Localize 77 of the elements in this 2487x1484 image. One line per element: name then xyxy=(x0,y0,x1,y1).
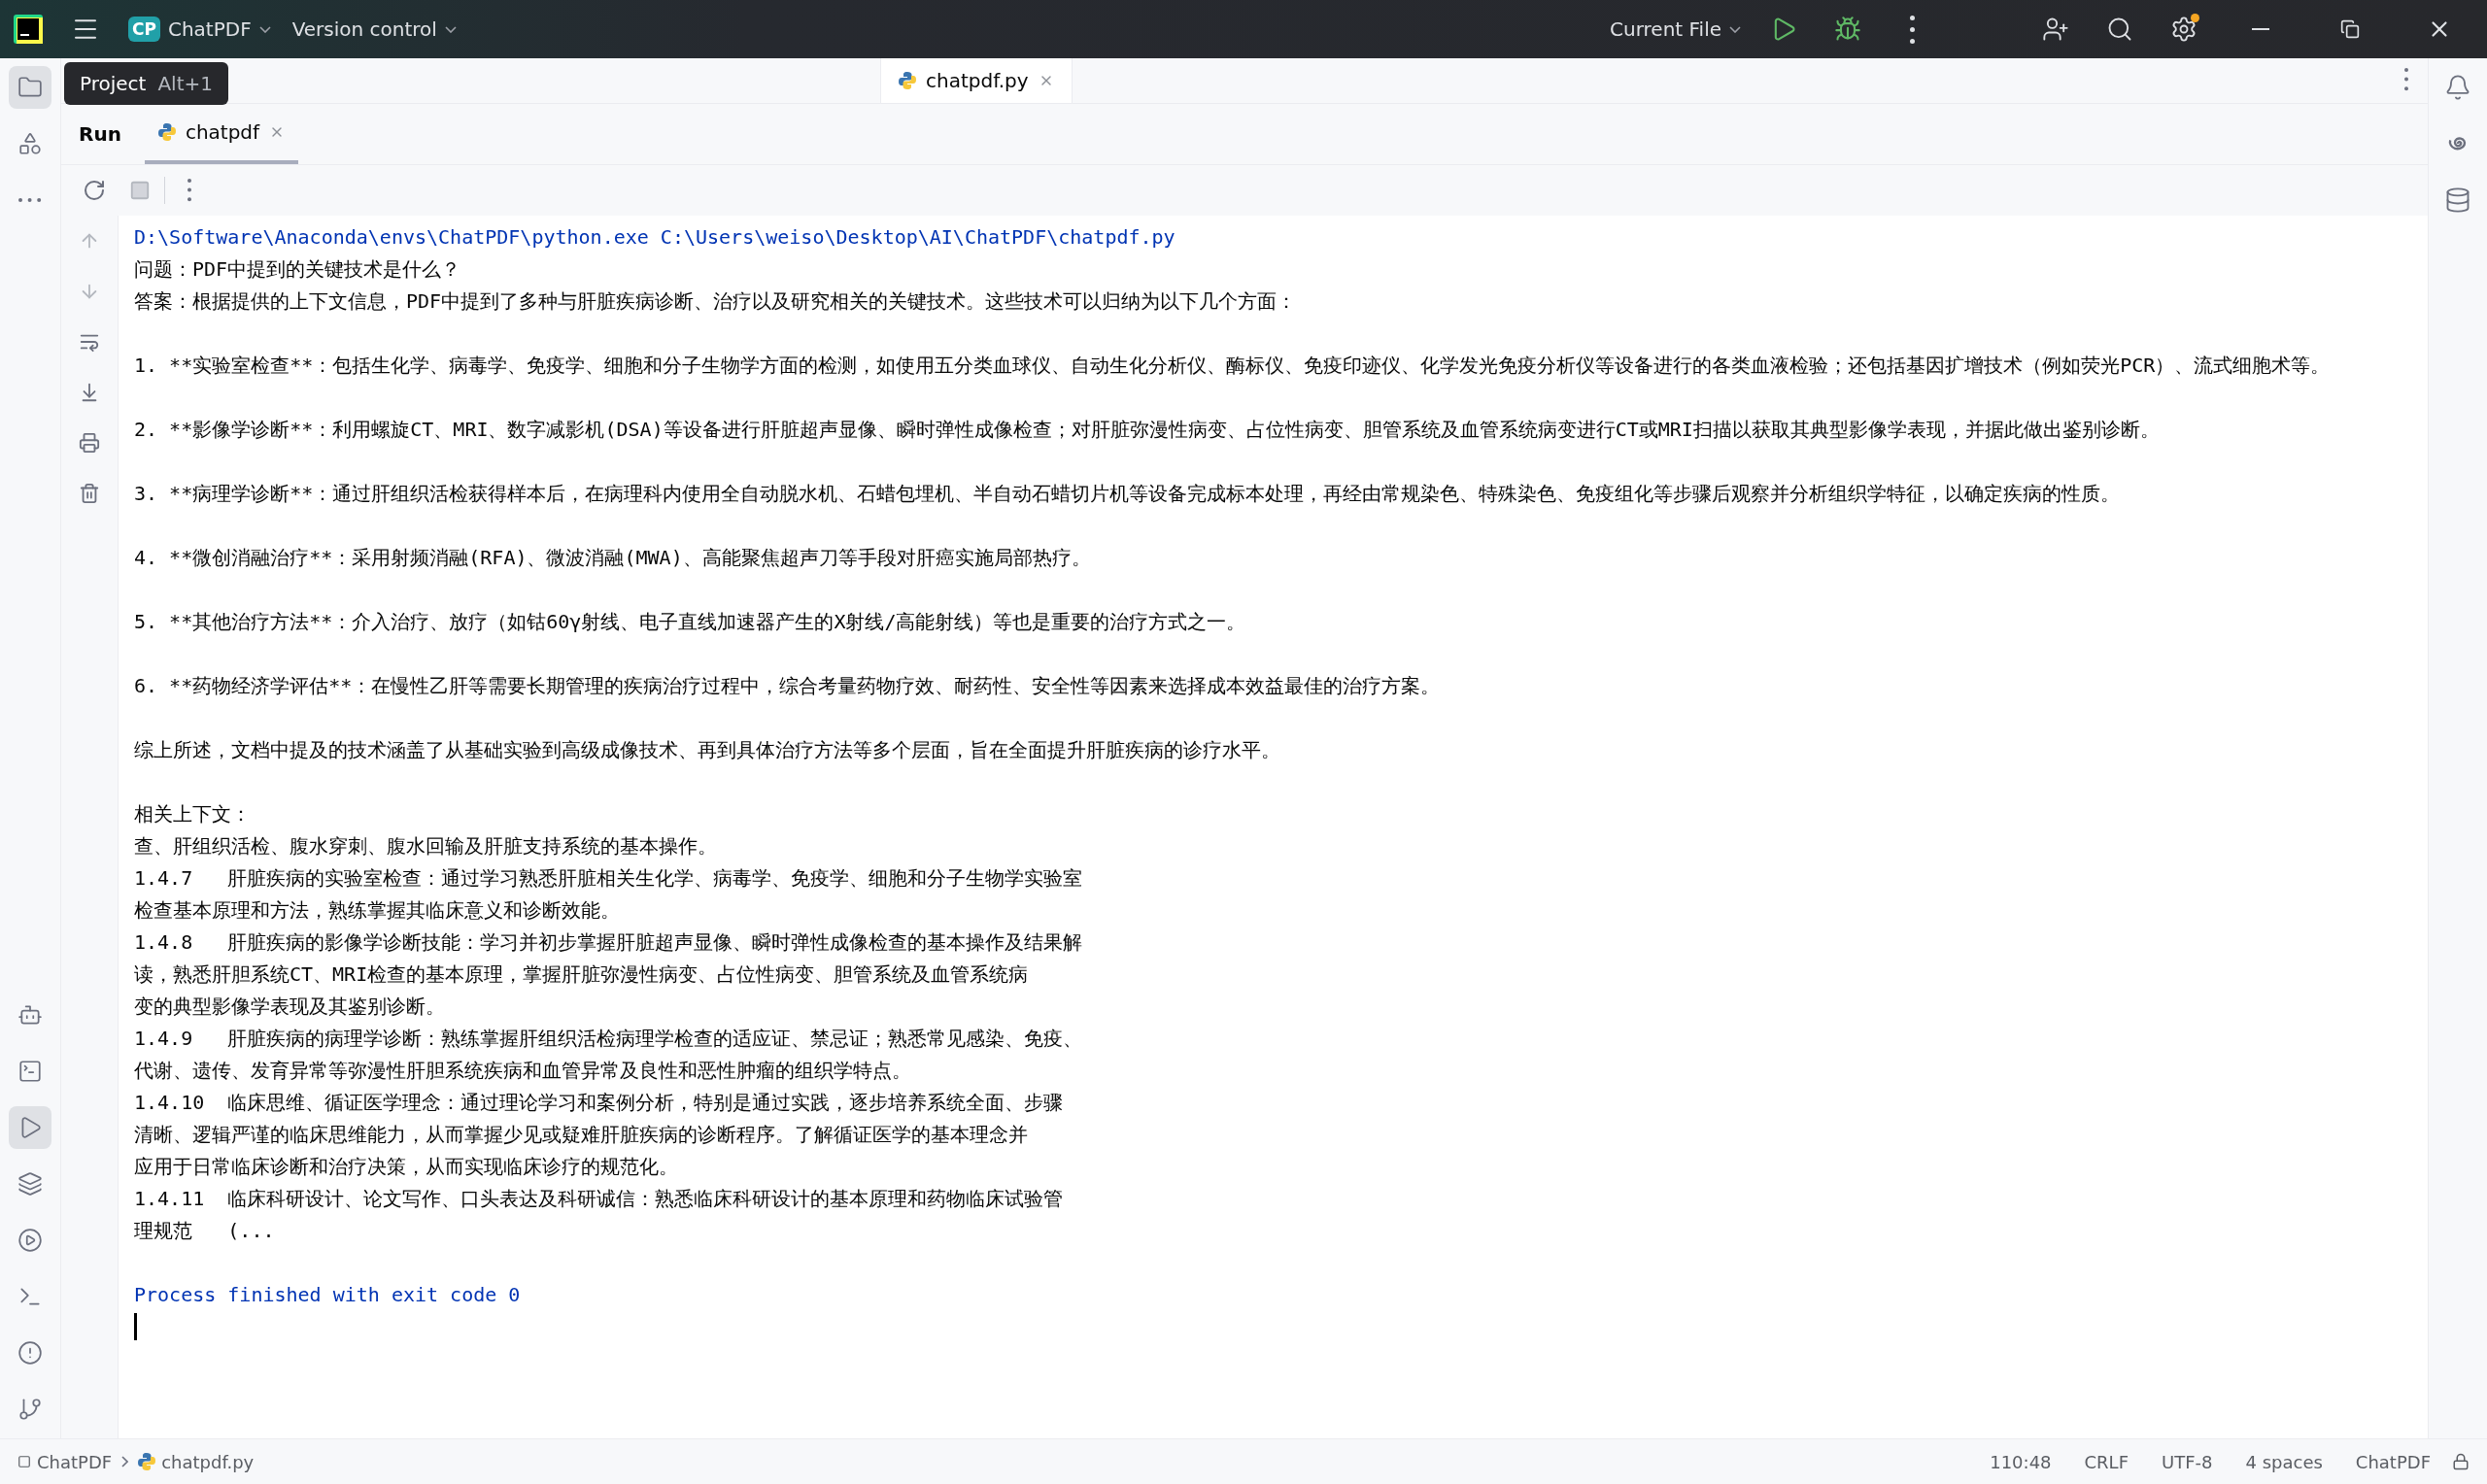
console-line: 1.4.7 肝脏疾病的实验室检查：通过学习熟悉肝脏相关生化学、病毒学、免疫学、细胞和分子生物学实验室 xyxy=(134,865,1084,892)
bug-icon xyxy=(1834,16,1861,43)
chevron-down-icon xyxy=(1729,25,1741,33)
console-line: 3. **病理学诊断**：通过肝组织活检获得样本后，在病理科内使用全自动脱水机、石蜡包埋机、半自动石蜡切片机等设备完成标本处理，再经由常规染色、特殊染色、免疫组化等步骤后观察并分析组织学特征，以确定疾病的性质。 xyxy=(134,481,2122,507)
console-line: 5. **其他治疗方法**：介入治疗、放疗（如钴60γ射线、电子直线加速器产生的X射线/高能射线）等也是重要的治疗方式之一。 xyxy=(134,609,1247,635)
console-line: 代谢、遗传、发育异常等弥漫性肝胆系统疾病和血管异常及良性和恶性肿瘤的组织学特点。 xyxy=(134,1058,912,1084)
search-icon xyxy=(2106,16,2133,43)
run-panel-title: Run xyxy=(79,122,121,146)
folder-icon xyxy=(17,75,43,100)
console-line: 问题：PDF中提到的关键技术是什么？ xyxy=(134,256,462,283)
command-line: D:\Software\Anaconda\envs\ChatPDF\python.exe C:\Users\weiso\Desktop\AI\ChatPDF\chatpdf.py xyxy=(134,224,1176,251)
console-line: 答案：根据提供的上下文信息，PDF中提到了多种与肝脏疾病诊断、治疗以及研究相关的关键技术。这些技术可以归纳为以下几个方面： xyxy=(134,288,1298,315)
chevron-right-icon xyxy=(121,1456,129,1467)
app-logo[interactable] xyxy=(14,15,43,44)
chevron-down-icon xyxy=(258,25,271,33)
console-line: 查、肝组织活检、腹水穿刺、腹水回输及肝脏支持系统的基本操作。 xyxy=(134,833,718,860)
add-user-icon xyxy=(2042,16,2069,43)
console-icon xyxy=(17,1059,43,1084)
alert-icon xyxy=(17,1340,43,1366)
folder-tool-button[interactable] xyxy=(9,66,51,109)
restore-icon xyxy=(2340,19,2360,39)
console-line: 理规范 (... xyxy=(134,1218,276,1244)
bell-icon xyxy=(2444,74,2471,101)
run-config-dropdown[interactable]: Current File xyxy=(1610,17,1741,41)
shapes-icon xyxy=(17,131,43,156)
vcs-dropdown[interactable]: Version control xyxy=(291,17,457,41)
database-icon xyxy=(2444,186,2471,214)
console-line: 读，熟悉肝胆系统CT、MRI检查的基本原理，掌握肝脏弥漫性病变、占位性病变、胆管系统及血管系统病 xyxy=(134,961,1030,988)
more-icon xyxy=(2404,68,2408,91)
chevron-down-icon xyxy=(444,25,457,33)
lock-icon[interactable] xyxy=(2452,1453,2470,1470)
console-line: 1. **实验室检查**：包括生化学、病毒学、免疫学、细胞和分子生物学方面的检测，如使用五分类血球仪、自动生化分析仪、酶标仪、免疫印迹仪、化学发光免疫分析仪等设备进行的各类血液检验；还包括基因扩增技术（例如荧光PCR）、流式细胞术等。 xyxy=(134,353,2332,379)
text-cursor xyxy=(134,1313,137,1340)
tooltip-shortcut: Alt+1 xyxy=(157,72,213,95)
console-line: 1.4.10 临床思维、循证医学理念：通过理论学习和案例分析，特别是通过实践，逐步培养系统全面、步骤 xyxy=(134,1090,1065,1116)
exit-message: Process finished with exit code 0 xyxy=(134,1282,522,1308)
more-icon xyxy=(18,198,42,202)
play-circle-icon xyxy=(17,1228,43,1253)
python-file-icon xyxy=(157,123,176,141)
run-tool-button[interactable] xyxy=(9,1106,51,1149)
editor-tab[interactable]: chatpdf.py xyxy=(880,58,1073,103)
console-line: 6. **药物经济学评估**：在慢性乙肝等需要长期管理的疾病治疗过程中，综合考量药物疗效、耐药性、安全性等因素来选择成本效益最佳的治疗方案。 xyxy=(134,673,1442,699)
console-line: 清晰、逻辑严谨的临床思维能力，从而掌握少见或疑难肝脏疾病的诊断程序。了解循证医学的基本理念并 xyxy=(134,1122,1029,1148)
python-file-icon xyxy=(138,1453,156,1470)
more-icon xyxy=(187,179,191,202)
status-item[interactable]: ChatPDF xyxy=(2343,1451,2442,1472)
robot-icon xyxy=(17,1002,43,1028)
status-item[interactable]: CRLF xyxy=(2072,1451,2140,1472)
tooltip-label: Project xyxy=(80,72,147,95)
project-dropdown[interactable]: CP ChatPDF xyxy=(128,17,271,42)
breadcrumb[interactable]: ChatPDF xyxy=(17,1451,113,1472)
notification-dot xyxy=(2191,14,2199,22)
breadcrumb[interactable]: chatpdf.py xyxy=(138,1451,255,1472)
console-line: 1.4.9 肝脏疾病的病理学诊断：熟练掌握肝组织活检病理学检查的适应证、禁忌证；熟悉常见感染、免疫、 xyxy=(134,1026,1084,1052)
console-line: 检查基本原理和方法，熟练掌握其临床意义和诊断效能。 xyxy=(134,897,621,924)
console-line: 2. **影像学诊断**：利用螺旋CT、MRI、数字减影机(DSA)等设备进行肝脏超声显像、瞬时弹性成像检查；对肝脏弥漫性病变、占位性病变、胆管系统及血管系统病变进行CT或MRI扫描以获取其典型影像学表现，并据此做出鉴别诊断。 xyxy=(134,417,2161,443)
trash-icon xyxy=(79,483,100,504)
console-line: 综上所述，文档中提及的技术涵盖了从基础实验到高级成像技术、再到具体治疗方法等多个层面，旨在全面提升肝脏疾病的诊疗水平。 xyxy=(134,737,1281,763)
layers-icon xyxy=(17,1171,43,1197)
branch-icon xyxy=(17,1397,43,1422)
console-line: 变的典型影像学表现及其鉴别诊断。 xyxy=(134,994,446,1020)
minimize-icon xyxy=(2252,28,2269,30)
printer-icon xyxy=(79,432,100,454)
status-item[interactable]: UTF-8 xyxy=(2150,1451,2225,1472)
more-icon xyxy=(1909,15,1915,44)
module-icon xyxy=(17,1455,31,1468)
settings-icon xyxy=(2170,16,2197,43)
console-line: 1.4.11 临床科研设计、论文写作、口头表达及科研诚信：熟悉临床科研设计的基本原理和药物临床试验管 xyxy=(134,1186,1065,1212)
status-item[interactable]: 110:48 xyxy=(1978,1451,2063,1472)
stop-icon xyxy=(129,180,151,201)
console-line: 4. **微创消融治疗**：采用射频消融(RFA)、微波消融(MWA)、高能聚焦超声刀等手段对肝癌实施局部热疗。 xyxy=(134,545,1092,571)
status-item[interactable]: 4 spaces xyxy=(2233,1451,2334,1472)
console-line: 相关上下文： xyxy=(134,801,252,827)
rerun-icon xyxy=(83,179,106,202)
python-file-icon xyxy=(899,72,916,89)
console-line: 1.4.8 肝脏疾病的影像学诊断技能：学习并初步掌握肝脏超声显像、瞬时弹性成像检查的基本操作及结果解 xyxy=(134,929,1084,956)
console-line: 应用于日常临床诊断和治疗决策，从而实现临床诊疗的规范化。 xyxy=(134,1154,679,1180)
